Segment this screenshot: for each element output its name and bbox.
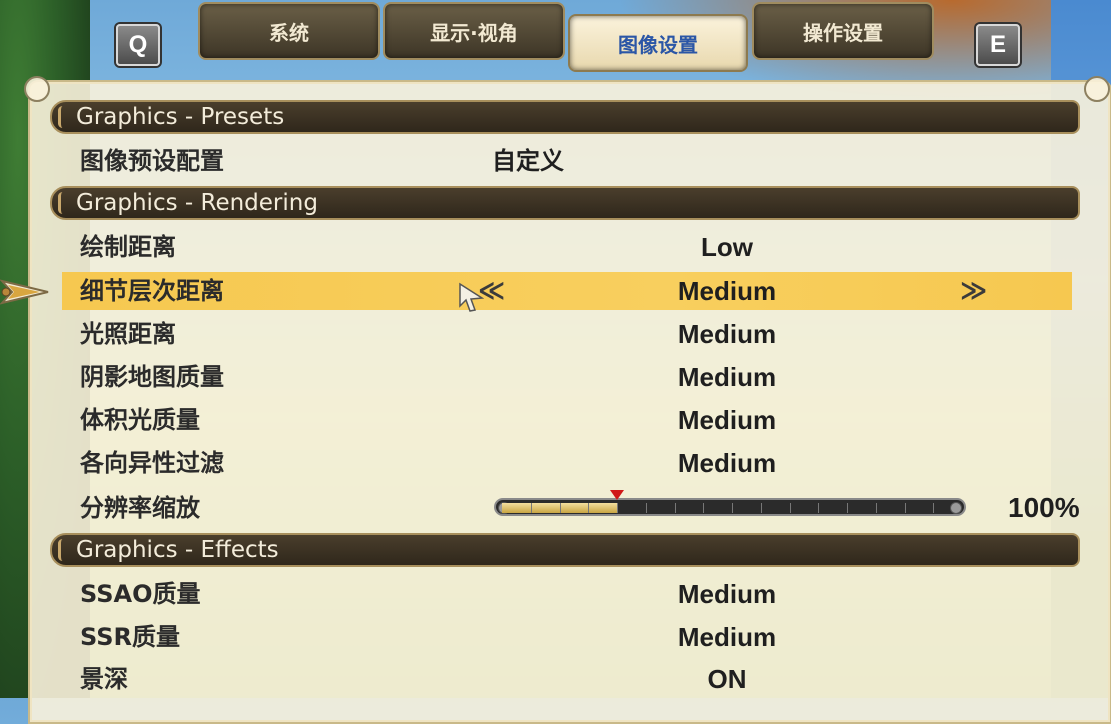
- slider-end-cap-right: [950, 502, 962, 514]
- slider-tick: [875, 503, 877, 513]
- setting-value: Medium: [677, 405, 777, 435]
- chevron-right-icon[interactable]: ≫: [960, 272, 987, 310]
- section-title: Graphics - Rendering: [76, 190, 318, 216]
- slider-tick: [904, 503, 906, 513]
- setting-row-depth-of-field[interactable]: 景深 ON: [62, 660, 1072, 698]
- tab-graphics[interactable]: 图像设置: [568, 14, 748, 72]
- setting-row-lod-distance[interactable]: 细节层次距离 ≪ Medium ≫: [62, 272, 1072, 310]
- setting-row-preset[interactable]: 图像预设配置 自定义: [62, 142, 1072, 180]
- setting-label: 阴影地图质量: [80, 363, 224, 391]
- tab-controls[interactable]: 操作设置: [752, 2, 934, 60]
- selection-pointer-icon: [0, 279, 49, 305]
- section-title: Graphics - Effects: [76, 537, 279, 563]
- panel-corner-ornament-right: [1084, 76, 1110, 102]
- slider-tick: [645, 503, 647, 513]
- setting-label: SSAO质量: [80, 580, 201, 608]
- setting-label: 绘制距离: [80, 233, 176, 261]
- setting-row-anisotropic-filter[interactable]: 各向异性过滤 Medium: [62, 444, 1072, 482]
- section-header-rendering: Graphics - Rendering: [50, 186, 1080, 220]
- tab-bar: Q 系统 显示·视角 图像设置 操作设置 E: [0, 0, 1111, 80]
- tab-system[interactable]: 系统: [198, 2, 380, 60]
- setting-row-resolution-scale[interactable]: 分辨率缩放 100%: [62, 489, 1080, 527]
- slider-tick: [933, 503, 935, 513]
- setting-value: Medium: [677, 362, 777, 392]
- slider-tick: [703, 503, 705, 513]
- setting-value: Medium: [677, 448, 777, 478]
- slider-value: 100%: [1008, 492, 1080, 523]
- section-title: Graphics - Presets: [76, 104, 285, 130]
- slider-handle-marker[interactable]: [610, 490, 624, 500]
- setting-value: Medium: [677, 319, 777, 349]
- setting-row-light-distance[interactable]: 光照距离 Medium: [62, 315, 1072, 353]
- slider-tick: [732, 503, 733, 513]
- setting-label: SSR质量: [80, 623, 180, 651]
- setting-row-shadow-quality[interactable]: 阴影地图质量 Medium: [62, 358, 1072, 396]
- section-header-presets: Graphics - Presets: [50, 100, 1080, 134]
- next-tab-key-e[interactable]: E: [976, 24, 1020, 66]
- slider-tick: [760, 503, 762, 513]
- mouse-cursor-icon: [459, 282, 484, 312]
- slider-tick: [674, 503, 676, 513]
- slider-tick: [559, 503, 561, 513]
- setting-value: 自定义: [492, 147, 564, 175]
- setting-label: 体积光质量: [80, 406, 200, 434]
- setting-value: Medium: [677, 276, 777, 306]
- setting-label: 光照距离: [80, 320, 176, 348]
- section-header-effects: Graphics - Effects: [50, 533, 1080, 567]
- setting-row-draw-distance[interactable]: 绘制距离 Low: [62, 228, 1072, 266]
- setting-label: 景深: [80, 665, 128, 693]
- setting-label: 图像预设配置: [80, 147, 224, 175]
- resolution-scale-slider[interactable]: [494, 490, 966, 516]
- setting-label: 分辨率缩放: [80, 494, 200, 522]
- setting-value: Medium: [677, 579, 777, 609]
- setting-label: 细节层次距离: [80, 277, 224, 305]
- setting-row-ssr[interactable]: SSR质量 Medium: [62, 618, 1072, 656]
- slider-tick: [847, 503, 848, 513]
- setting-value: Medium: [677, 622, 777, 652]
- tab-display-camera[interactable]: 显示·视角: [383, 2, 565, 60]
- setting-value: ON: [707, 664, 747, 694]
- panel-corner-ornament-left: [24, 76, 50, 102]
- prev-tab-key-q[interactable]: Q: [116, 24, 160, 66]
- setting-label: 各向异性过滤: [80, 449, 224, 477]
- setting-row-ssao[interactable]: SSAO质量 Medium: [62, 575, 1072, 613]
- slider-tick: [789, 503, 791, 513]
- setting-row-volumetric-light[interactable]: 体积光质量 Medium: [62, 401, 1072, 439]
- slider-tick: [530, 503, 532, 513]
- slider-tick: [818, 503, 820, 513]
- slider-tick: [617, 503, 618, 513]
- setting-value: Low: [701, 232, 753, 262]
- slider-tick: [588, 503, 590, 513]
